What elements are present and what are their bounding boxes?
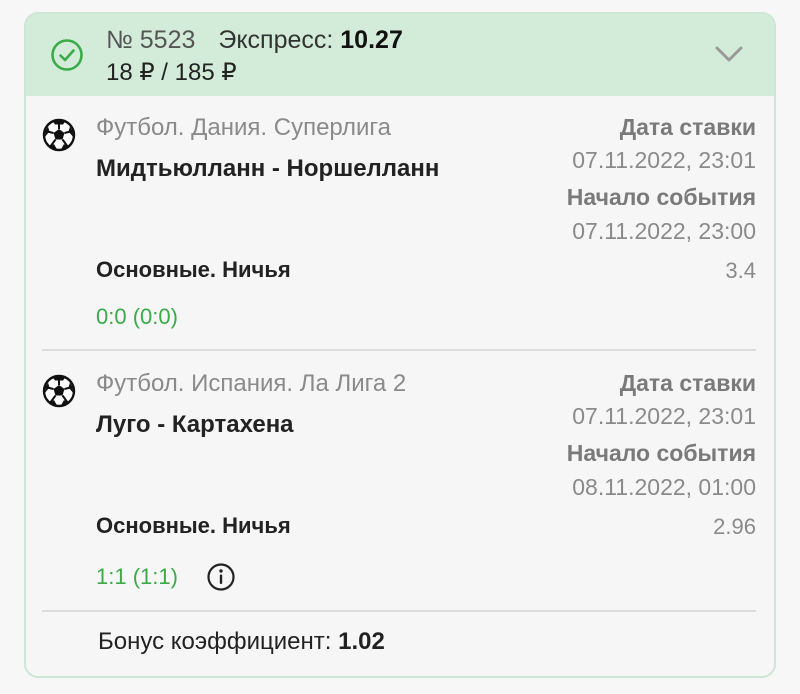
- event-teams: Луго - Картахена: [96, 411, 294, 438]
- event-score: 1:1 (1:1): [96, 564, 178, 589]
- bonus-label: Бонус коэффициент:: [98, 628, 332, 655]
- bet-card: № 5523 Экспресс: 10.27 18 ₽ / 185 ₽ Футб…: [24, 12, 776, 678]
- event-start-label: Начало события: [566, 440, 756, 466]
- bet-market: Основные. Ничья: [96, 513, 291, 538]
- info-icon[interactable]: [206, 562, 236, 592]
- divider: [42, 610, 756, 612]
- soccer-ball-icon: [42, 374, 76, 408]
- event-item: Футбол. Испания. Ла Лига 2 Луго - Картах…: [26, 14, 774, 614]
- event-league: Футбол. Испания. Ла Лига 2: [96, 370, 407, 397]
- event-odds: 2.96: [713, 514, 756, 539]
- event-start: 08.11.2022, 01:00: [572, 474, 756, 500]
- bonus-coefficient: Бонус коэффициент: 1.02: [98, 628, 385, 656]
- bet-date: 07.11.2022, 23:01: [572, 403, 756, 429]
- bet-date-label: Дата ставки: [619, 370, 756, 396]
- bonus-value: 1.02: [338, 628, 385, 655]
